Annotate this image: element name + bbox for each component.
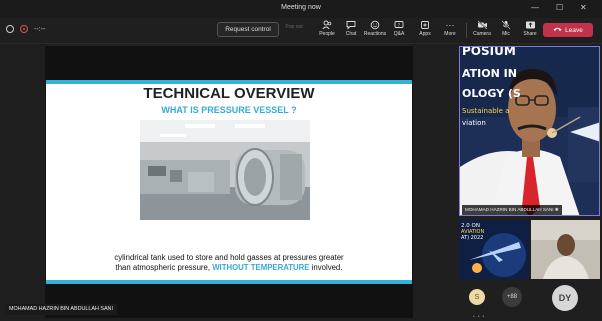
toolbar-divider [466, 23, 467, 38]
mic-off-icon [494, 20, 518, 31]
banner-text-4: Sustainable a [462, 107, 509, 115]
close-window-button[interactable]: ✕ [580, 3, 587, 12]
participant-avatar-s[interactable]: S [469, 289, 485, 305]
participant-avatar-dy[interactable]: DY [552, 285, 578, 311]
phone-hangup-icon [553, 26, 562, 34]
meeting-timer: --:-- [34, 25, 46, 33]
presenter-name-tag: MOHAMAD HAZRIN BIN ABDULLAH SANI [5, 304, 117, 315]
presentation-slide: TECHNICAL OVERVIEW WHAT IS PRESSURE VESS… [46, 80, 412, 284]
title-bar: Meeting now — ☐ ✕ [0, 0, 602, 18]
leave-label: Leave [565, 26, 583, 34]
slide-body-line-2: than atmospheric pressure, WITHOUT TEMPE… [115, 263, 343, 272]
people-button[interactable]: People [315, 20, 339, 42]
pagination-dots[interactable]: ••• [473, 314, 487, 320]
camera-off-icon [470, 20, 494, 31]
chat-button[interactable]: Chat [339, 20, 363, 42]
more-participants-button[interactable]: +88 [502, 287, 522, 307]
people-icon [315, 20, 339, 31]
qa-icon: ? [387, 20, 411, 31]
banner-text-3: OLOGY (S [462, 87, 521, 100]
meeting-status: --:-- [6, 25, 45, 33]
qa-button[interactable]: ? Q&A [387, 20, 411, 42]
camera-button[interactable]: Camera [470, 20, 494, 42]
meeting-toolbar: --:-- Request control Pop out People Cha… [0, 18, 602, 44]
pressure-vessel-photo [140, 120, 310, 220]
banner-text-5: viation [462, 119, 486, 127]
reactions-button[interactable]: Reactions [363, 20, 387, 42]
participant-thumbnail-2[interactable] [531, 220, 600, 279]
slide-subtitle: WHAT IS PRESSURE VESSEL ? [161, 105, 297, 115]
slide-body-text: cylindrical tank used to store and hold … [70, 253, 388, 273]
apps-button[interactable]: Apps [413, 20, 437, 42]
slide-body-line-1: cylindrical tank used to store and hold … [114, 253, 344, 262]
apps-icon [413, 20, 437, 31]
slide-top-accent [46, 80, 412, 84]
pop-out-button[interactable]: Pop out [283, 24, 305, 30]
leave-button[interactable]: Leave [543, 23, 593, 37]
share-icon [518, 20, 542, 31]
slide-bottom-accent [46, 280, 412, 284]
banner-text-1: POSIUM [462, 47, 516, 58]
minimize-button[interactable]: — [531, 3, 539, 12]
more-icon: ··· [445, 20, 455, 30]
thumb1-text-3: AT) 2022 [461, 235, 483, 241]
speaker-name-tag: MOHAMAD HAZRIN BIN ABDULLAH SANI ✱ [462, 205, 562, 215]
maximize-button[interactable]: ☐ [556, 3, 563, 12]
slide-title: TECHNICAL OVERVIEW [143, 85, 315, 102]
slide-highlight: WITHOUT TEMPERATURE [212, 263, 310, 272]
speaker-video-tile[interactable]: POSIUM ATION IN OLOGY (S Sustainable a v… [459, 46, 600, 216]
shield-icon[interactable] [6, 25, 14, 33]
pin-icon[interactable]: ✱ [555, 207, 559, 212]
window-title: Meeting now [281, 4, 321, 11]
banner-text-2: ATION IN [462, 67, 517, 80]
request-control-button[interactable]: Request control [217, 22, 279, 37]
chat-icon [339, 20, 363, 31]
participant-thumbnail-1[interactable]: 2.0 ON AVIATION AT) 2022 [459, 220, 529, 279]
mic-button[interactable]: Mic [494, 20, 518, 42]
recording-icon [20, 25, 28, 33]
more-button[interactable]: ··· More [438, 20, 462, 42]
share-button[interactable]: Share [518, 20, 542, 42]
reactions-icon [363, 20, 387, 31]
